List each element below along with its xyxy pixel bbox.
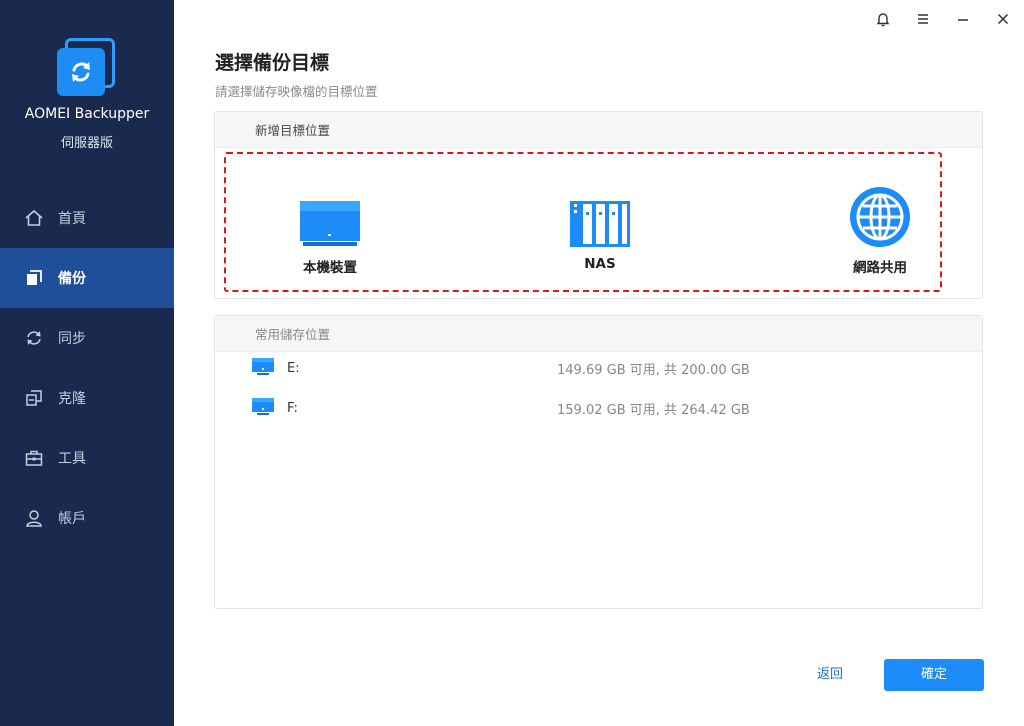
sidebar-item-label: 首頁	[58, 211, 86, 227]
globe-icon	[820, 187, 940, 248]
nas-icon	[540, 192, 660, 248]
option-label: 網路共用	[853, 260, 907, 276]
nas-option[interactable]: NAS	[540, 192, 660, 272]
sidebar-item-label: 工具	[58, 451, 86, 467]
sidebar: AOMEI Backupper 伺服器版 首頁 備份 同步 克隆 工具 帳戶	[0, 0, 174, 726]
home-icon	[24, 208, 44, 228]
sidebar-item-label: 帳戶	[58, 511, 86, 527]
app-logo	[57, 38, 117, 98]
page-title: 選擇備份目標	[215, 52, 330, 74]
drive-row-e[interactable]: E: 149.69 GB 可用, 共 200.00 GB	[251, 356, 951, 380]
app-name: AOMEI Backupper	[24, 106, 150, 122]
drive-row-f[interactable]: F: 159.02 GB 可用, 共 264.42 GB	[251, 396, 951, 420]
sidebar-item-tools[interactable]: 工具	[0, 428, 174, 488]
close-icon[interactable]	[991, 8, 1015, 30]
sidebar-item-clone[interactable]: 克隆	[0, 368, 174, 428]
common-storage-header: 常用儲存位置	[215, 316, 982, 352]
sidebar-item-label: 備份	[58, 271, 86, 287]
sidebar-item-sync[interactable]: 同步	[0, 308, 174, 368]
monitor-icon	[270, 192, 390, 248]
option-label: NAS	[584, 256, 616, 272]
sidebar-item-account[interactable]: 帳戶	[0, 488, 174, 548]
sidebar-item-home[interactable]: 首頁	[0, 188, 174, 248]
add-target-header: 新增目標位置	[215, 112, 982, 148]
drive-space: 159.02 GB 可用, 共 264.42 GB	[557, 402, 750, 418]
app-edition: 伺服器版	[60, 136, 113, 151]
user-icon	[24, 508, 44, 528]
page-subtitle: 請選擇儲存映像檔的目標位置	[215, 84, 378, 99]
drive-name: F:	[287, 400, 298, 416]
logo-sync-icon	[57, 48, 105, 96]
sync-icon	[24, 328, 44, 348]
sidebar-item-label: 克隆	[58, 391, 86, 407]
option-label: 本機裝置	[303, 260, 357, 276]
add-target-panel: 新增目標位置 本機裝置 NAS 網路共用	[214, 111, 983, 299]
back-button[interactable]: 返回	[807, 664, 853, 686]
menu-icon[interactable]	[911, 8, 935, 30]
sidebar-nav: 首頁 備份 同步 克隆 工具 帳戶	[0, 188, 174, 548]
drive-name: E:	[287, 360, 300, 376]
drive-space: 149.69 GB 可用, 共 200.00 GB	[557, 362, 750, 378]
sidebar-item-label: 同步	[58, 331, 86, 347]
minimize-icon[interactable]	[951, 8, 975, 30]
bell-icon[interactable]	[871, 8, 895, 30]
highlight-box: 本機裝置 NAS 網路共用	[224, 152, 942, 292]
sidebar-item-backup[interactable]: 備份	[0, 248, 174, 308]
ok-button[interactable]: 確定	[884, 659, 984, 691]
local-device-option[interactable]: 本機裝置	[270, 192, 390, 276]
toolbox-icon	[24, 448, 44, 468]
network-share-option[interactable]: 網路共用	[820, 187, 940, 276]
clone-icon	[24, 388, 44, 408]
drive-monitor-icon	[251, 357, 275, 380]
app-window: AOMEI Backupper 伺服器版 首頁 備份 同步 克隆 工具 帳戶 選…	[0, 0, 1024, 726]
common-storage-panel: 常用儲存位置 E: 149.69 GB 可用, 共 200.00 GB F: 1…	[214, 315, 983, 609]
backup-icon	[24, 268, 44, 288]
drive-monitor-icon	[251, 397, 275, 420]
